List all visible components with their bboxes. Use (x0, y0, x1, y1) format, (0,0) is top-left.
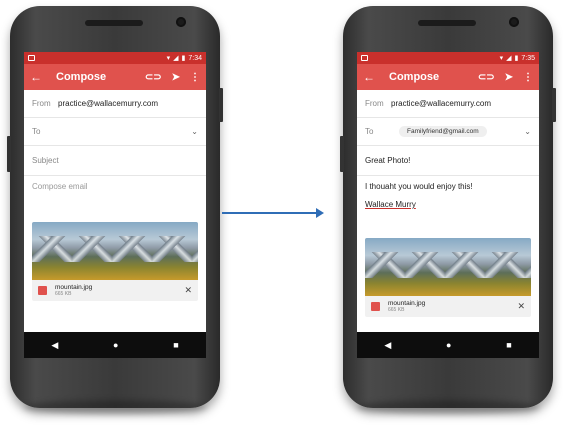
compose-body-field[interactable]: Compose email (24, 176, 206, 222)
close-icon[interactable]: ✕ (184, 285, 192, 296)
to-row[interactable]: To Familyfriend@gmail.com ⌄ (357, 118, 539, 146)
send-icon[interactable]: ➤ (505, 72, 513, 83)
compose-body-field[interactable]: I thouaht you would enjoy this! Wallace … (357, 176, 539, 238)
wifi-icon: ▾ (166, 55, 171, 62)
status-right: ▾ ◢ ▮ 7:34 (166, 54, 202, 63)
power-button (219, 88, 223, 122)
front-camera (176, 17, 186, 27)
status-time: 7:34 (188, 54, 202, 62)
from-value[interactable]: practice@wallacemurry.com (391, 99, 491, 108)
transition-arrow (222, 208, 324, 218)
attachment-info: mountain.jpg 665 KB ✕ (32, 280, 198, 301)
attachment-info: mountain.jpg 665 KB ✕ (365, 296, 531, 317)
front-camera (509, 17, 519, 27)
image-file-icon (371, 302, 380, 311)
paperclip-icon[interactable]: ⊂⊃ (145, 72, 162, 83)
status-time: 7:35 (521, 54, 535, 62)
toolbar-actions: ⊂⊃ ➤ ⋮ (145, 72, 200, 83)
volume-button (340, 136, 344, 172)
close-icon[interactable]: ✕ (517, 301, 525, 312)
from-label: From (365, 99, 384, 108)
phone-shadow (357, 400, 539, 414)
from-label: From (32, 99, 51, 108)
body-line: I thouaht you would enjoy this! (365, 182, 473, 191)
arrow-left-icon[interactable]: ← (363, 70, 379, 84)
chevron-down-icon[interactable]: ⌄ (191, 127, 198, 136)
attachment-size: 665 KB (388, 307, 405, 313)
battery-icon: ▮ (181, 55, 186, 62)
status-right: ▾ ◢ ▮ 7:35 (499, 54, 535, 63)
subject-field[interactable]: Subject (32, 156, 59, 165)
phone-shadow (24, 400, 206, 414)
wifi-icon: ▾ (499, 55, 504, 62)
speaker-grille (85, 20, 143, 26)
square-recent-icon[interactable]: ■ (506, 340, 511, 350)
subject-row[interactable]: Subject (24, 146, 206, 176)
status-bar: ▾ ◢ ▮ 7:35 (357, 52, 539, 64)
circle-home-icon[interactable]: ● (446, 340, 451, 350)
attachment-name: mountain.jpg (55, 284, 93, 291)
from-row: From practice@wallacemurry.com (24, 90, 206, 118)
paperclip-icon[interactable]: ⊂⊃ (478, 72, 495, 83)
triangle-back-icon[interactable]: ◀ (384, 340, 391, 351)
attachment-name: mountain.jpg (388, 300, 426, 307)
app-toolbar: ← Compose ⊂⊃ ➤ ⋮ (24, 64, 206, 90)
toolbar-title: Compose (389, 71, 440, 83)
nav-bar: ◀ ● ■ (357, 332, 539, 358)
phone-screen-left: ▾ ◢ ▮ 7:34 ← Compose ⊂⊃ ➤ ⋮ From practic… (24, 52, 206, 358)
to-label: To (32, 127, 41, 136)
right-phone: ▾ ◢ ▮ 7:35 ← Compose ⊂⊃ ➤ ⋮ From practic… (340, 6, 556, 414)
status-bar: ▾ ◢ ▮ 7:34 (24, 52, 206, 64)
subject-field[interactable]: Great Photo! (365, 156, 410, 165)
more-vert-icon[interactable]: ⋮ (523, 72, 533, 83)
signal-icon: ◢ (506, 55, 512, 62)
circle-home-icon[interactable]: ● (113, 340, 118, 350)
square-recent-icon[interactable]: ■ (173, 340, 178, 350)
attachment-image (365, 238, 531, 296)
attachment-image (32, 222, 198, 280)
more-vert-icon[interactable]: ⋮ (190, 72, 200, 83)
recipient-chip[interactable]: Familyfriend@gmail.com (399, 126, 487, 137)
subject-row[interactable]: Great Photo! (357, 146, 539, 176)
attachment-card[interactable]: mountain.jpg 665 KB ✕ (32, 222, 198, 301)
app-toolbar: ← Compose ⊂⊃ ➤ ⋮ (357, 64, 539, 90)
notification-icon (361, 55, 368, 61)
signature-line: Wallace Murry (365, 200, 416, 209)
volume-button (7, 136, 11, 172)
signal-icon: ◢ (173, 55, 179, 62)
to-label: To (365, 127, 374, 136)
toolbar-title: Compose (56, 71, 107, 83)
battery-icon: ▮ (514, 55, 519, 62)
attachment-card[interactable]: mountain.jpg 665 KB ✕ (365, 238, 531, 317)
speaker-grille (418, 20, 476, 26)
from-value[interactable]: practice@wallacemurry.com (58, 99, 158, 108)
power-button (552, 88, 556, 122)
phone-screen-right: ▾ ◢ ▮ 7:35 ← Compose ⊂⊃ ➤ ⋮ From practic… (357, 52, 539, 358)
from-row: From practice@wallacemurry.com (357, 90, 539, 118)
attachment-size: 665 KB (55, 291, 72, 297)
send-icon[interactable]: ➤ (172, 72, 180, 83)
notification-icon (28, 55, 35, 61)
toolbar-actions: ⊂⊃ ➤ ⋮ (478, 72, 533, 83)
chevron-down-icon[interactable]: ⌄ (524, 127, 531, 136)
left-phone: ▾ ◢ ▮ 7:34 ← Compose ⊂⊃ ➤ ⋮ From practic… (7, 6, 223, 414)
triangle-back-icon[interactable]: ◀ (51, 340, 58, 351)
arrow-left-icon[interactable]: ← (30, 70, 46, 84)
image-file-icon (38, 286, 47, 295)
to-row[interactable]: To ⌄ (24, 118, 206, 146)
nav-bar: ◀ ● ■ (24, 332, 206, 358)
